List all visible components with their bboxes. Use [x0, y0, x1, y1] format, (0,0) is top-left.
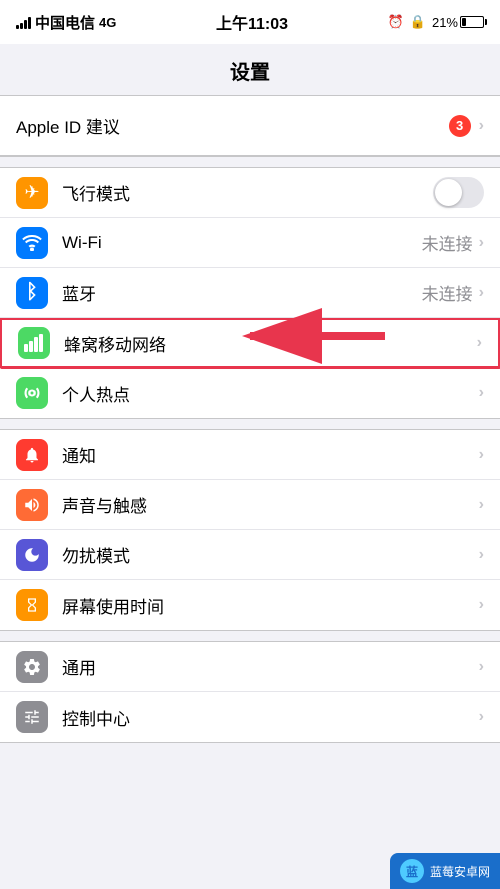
general-section: 通用 › 控制中心 › — [0, 641, 500, 743]
apple-id-label: Apple ID 建议 — [16, 118, 120, 137]
hotspot-chevron: › — [479, 384, 484, 402]
controlcenter-label: 控制中心 — [62, 705, 479, 730]
airplane-icon: ✈ — [16, 177, 48, 209]
lock-icon: 🔒 — [410, 14, 426, 30]
screentime-label: 屏幕使用时间 — [62, 593, 479, 618]
sound-row[interactable]: 声音与触感 › — [0, 480, 500, 530]
signal-icon — [16, 15, 31, 29]
dnd-icon — [16, 539, 48, 571]
cellular-row[interactable]: 蜂窝移动网络 › — [0, 318, 500, 368]
general-icon — [16, 651, 48, 683]
hotspot-icon — [16, 377, 48, 409]
bluetooth-label: 蓝牙 — [62, 280, 422, 305]
watermark: 蓝 蓝莓安卓网 — [390, 853, 500, 889]
sound-label: 声音与触感 — [62, 492, 479, 517]
hotspot-row[interactable]: 个人热点 › — [0, 368, 500, 418]
general-chevron: › — [479, 658, 484, 676]
page-header: 设置 — [0, 44, 500, 95]
dnd-row[interactable]: 勿扰模式 › — [0, 530, 500, 580]
sound-icon — [16, 489, 48, 521]
airplane-mode-row[interactable]: ✈ 飞行模式 — [0, 168, 500, 218]
wifi-icon — [16, 227, 48, 259]
notifications-row[interactable]: 通知 › — [0, 430, 500, 480]
connectivity-section: ✈ 飞行模式 Wi-Fi 未连接 › ᛒ 蓝牙 未连接 › — [0, 167, 500, 419]
notifications-chevron: › — [479, 446, 484, 464]
watermark-logo: 蓝 — [400, 859, 424, 883]
watermark-text: 蓝莓安卓网 — [430, 863, 490, 880]
controlcenter-chevron: › — [479, 708, 484, 726]
dnd-chevron: › — [479, 546, 484, 564]
apple-id-chevron: › — [479, 117, 484, 135]
bluetooth-value: 未连接 — [422, 280, 473, 305]
general-row[interactable]: 通用 › — [0, 642, 500, 692]
battery-percent: 21% — [432, 15, 458, 30]
battery-fill — [462, 18, 466, 26]
status-bar: 中国电信 4G 上午11:03 ⏰ 🔒 21% — [0, 0, 500, 44]
bluetooth-icon: ᛒ — [16, 277, 48, 309]
battery-icon — [460, 16, 484, 28]
hotspot-label: 个人热点 — [62, 381, 479, 406]
bluetooth-chevron: › — [479, 284, 484, 302]
wifi-label: Wi-Fi — [62, 233, 422, 253]
status-right: ⏰ 🔒 21% — [388, 14, 484, 30]
dnd-label: 勿扰模式 — [62, 542, 479, 567]
apple-id-badge: 3 — [449, 115, 471, 137]
cellular-chevron: › — [477, 334, 482, 352]
status-left: 中国电信 4G — [16, 12, 116, 33]
screentime-row[interactable]: 屏幕使用时间 › — [0, 580, 500, 630]
sound-chevron: › — [479, 496, 484, 514]
time-label: 上午11:03 — [216, 10, 288, 34]
apple-id-text: Apple ID 建议 — [16, 113, 449, 138]
notifications-label: 通知 — [62, 442, 479, 467]
notifications-icon — [16, 439, 48, 471]
screentime-icon — [16, 589, 48, 621]
apple-id-badge-area: 3 › — [449, 115, 484, 137]
page-title: 设置 — [230, 62, 270, 84]
apple-id-section: Apple ID 建议 3 › — [0, 95, 500, 157]
general-label: 通用 — [62, 654, 479, 679]
screentime-chevron: › — [479, 596, 484, 614]
controlcenter-row[interactable]: 控制中心 › — [0, 692, 500, 742]
controlcenter-icon — [16, 701, 48, 733]
toggle-knob — [435, 179, 462, 206]
cellular-label: 蜂窝移动网络 — [64, 331, 477, 356]
carrier-label: 中国电信 — [35, 12, 95, 33]
apple-id-row[interactable]: Apple ID 建议 3 › — [0, 96, 500, 156]
bluetooth-row[interactable]: ᛒ 蓝牙 未连接 › — [0, 268, 500, 318]
battery-container: 21% — [432, 15, 484, 30]
notifications-section: 通知 › 声音与触感 › 勿扰模式 › 屏幕使用时间 — [0, 429, 500, 631]
network-type-label: 4G — [99, 15, 116, 30]
airplane-label: 飞行模式 — [62, 180, 433, 205]
airplane-toggle[interactable] — [433, 177, 484, 208]
wifi-row[interactable]: Wi-Fi 未连接 › — [0, 218, 500, 268]
cellular-icon — [18, 327, 50, 359]
wifi-chevron: › — [479, 234, 484, 252]
wifi-value: 未连接 — [422, 230, 473, 255]
alarm-icon: ⏰ — [388, 14, 404, 30]
